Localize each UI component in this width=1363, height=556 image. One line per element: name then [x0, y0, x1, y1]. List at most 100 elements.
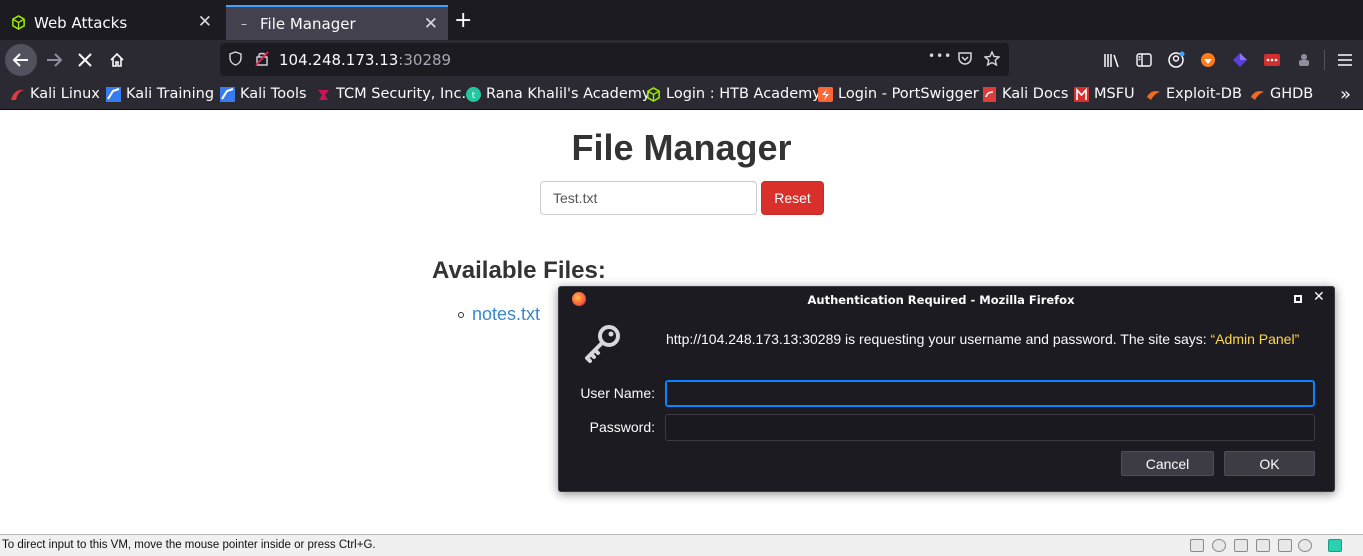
bookmark-htb-academy[interactable]: Login : HTB Academy: [646, 86, 821, 102]
bookmark-kali-tools[interactable]: Kali Tools: [220, 86, 307, 102]
close-icon[interactable]: ✕: [1313, 289, 1325, 305]
insecure-lock-icon[interactable]: [255, 51, 269, 70]
cancel-button[interactable]: Cancel: [1121, 451, 1214, 476]
hard-disk-icon[interactable]: [1190, 539, 1204, 552]
svg-text:t: t: [472, 91, 476, 101]
pocket-icon[interactable]: [957, 51, 973, 70]
portswigger-icon: [818, 86, 833, 102]
back-arrow-icon: [12, 53, 28, 67]
bookmark-label: Kali Training: [126, 86, 215, 102]
vm-status-text: To direct input to this VM, move the mou…: [2, 539, 376, 551]
available-files-heading: Available Files:: [432, 257, 606, 284]
kali-dragon-icon: [10, 87, 25, 102]
page-actions-icon[interactable]: •••: [928, 49, 952, 63]
extension-puzzle-icon[interactable]: [1294, 50, 1314, 70]
url-text[interactable]: 104.248.173.13:30289: [279, 51, 451, 69]
back-button[interactable]: [5, 44, 37, 76]
tab-web-attacks[interactable]: Web Attacks ✕: [0, 5, 222, 40]
page-title: File Manager: [571, 127, 792, 168]
stop-icon: [78, 53, 92, 67]
file-link-notes[interactable]: notes.txt: [472, 304, 540, 325]
rana-khalil-icon: t: [466, 86, 481, 102]
tcm-security-icon: [316, 87, 331, 102]
bookmarks-overflow-chevron-icon[interactable]: »: [1340, 84, 1351, 105]
bookmarks-toolbar: Kali Linux Kali Training Kali Tools TCM …: [0, 80, 1363, 110]
bookmark-portswigger[interactable]: Login - PortSwigger: [818, 86, 979, 102]
vm-message-icon[interactable]: [1328, 539, 1342, 552]
stop-loading-button[interactable]: [71, 46, 99, 74]
page-dash-icon: –: [241, 16, 247, 31]
close-tab-icon[interactable]: ✕: [424, 14, 438, 34]
tab-strip: Web Attacks ✕ – File Manager ✕ +: [0, 0, 1363, 40]
bookmark-label: Kali Docs: [1002, 86, 1069, 102]
maximize-icon[interactable]: [1294, 295, 1302, 303]
extension-fox-icon[interactable]: [1198, 50, 1218, 70]
bookmark-label: Exploit-DB: [1166, 86, 1242, 102]
exploit-db-icon: [1146, 87, 1161, 102]
bookmark-star-icon[interactable]: [983, 50, 1001, 70]
reset-button[interactable]: Reset: [761, 181, 824, 215]
username-input[interactable]: [665, 380, 1315, 407]
bookmark-kali-linux[interactable]: Kali Linux: [10, 86, 100, 102]
list-item: notes.txt: [458, 304, 540, 325]
bookmark-label: GHDB: [1270, 86, 1314, 102]
password-label: Password:: [589, 419, 655, 435]
forward-button[interactable]: [40, 46, 68, 74]
home-icon: [110, 52, 124, 67]
metasploit-icon: [1074, 86, 1089, 102]
bookmark-ghdb[interactable]: GHDB: [1250, 86, 1313, 102]
bookmark-label: Kali Linux: [30, 86, 100, 102]
bookmark-label: TCM Security, Inc.: [336, 86, 467, 102]
extension-cube-icon[interactable]: [1230, 50, 1250, 70]
close-tab-icon[interactable]: ✕: [198, 12, 212, 32]
dialog-realm-text: “Admin Panel”: [1210, 331, 1300, 347]
account-icon[interactable]: [1166, 50, 1186, 70]
vm-status-bar: To direct input to this VM, move the mou…: [0, 534, 1363, 556]
kali-tools-icon: [220, 86, 235, 102]
bookmark-label: Login - PortSwigger: [838, 86, 979, 102]
url-host: 104.248.173.13: [279, 51, 399, 69]
username-label: User Name:: [580, 385, 655, 401]
navigation-toolbar: 104.248.173.13:30289 •••: [0, 40, 1363, 80]
dialog-title: Authentication Required - Mozilla Firefo…: [807, 293, 1075, 307]
bookmark-label: Kali Tools: [240, 86, 307, 102]
extension-dots-icon[interactable]: [1262, 50, 1282, 70]
password-input[interactable]: [665, 414, 1315, 441]
ok-button[interactable]: OK: [1224, 451, 1315, 476]
cd-drive-icon[interactable]: [1212, 539, 1226, 552]
url-port: :30289: [398, 51, 452, 69]
forward-arrow-icon: [47, 53, 63, 67]
tracking-shield-icon[interactable]: [229, 51, 242, 70]
ghdb-icon: [1250, 87, 1265, 102]
library-icon[interactable]: [1102, 50, 1122, 70]
list-bullet-icon: [458, 311, 464, 318]
dialog-message-text: http://104.248.173.13:30289 is requestin…: [666, 331, 1211, 347]
sidebar-icon[interactable]: [1134, 50, 1154, 70]
filename-input[interactable]: [540, 181, 757, 215]
printer-icon[interactable]: [1256, 539, 1270, 552]
bookmark-rana-khalil[interactable]: t Rana Khalil's Academy: [466, 86, 651, 102]
menu-hamburger-icon[interactable]: [1335, 50, 1355, 70]
kali-training-icon: [106, 86, 121, 102]
bookmark-exploit-db[interactable]: Exploit-DB: [1146, 86, 1242, 102]
bookmark-msfu[interactable]: MSFU: [1074, 86, 1135, 102]
tab-file-manager[interactable]: – File Manager ✕: [226, 5, 448, 40]
bookmark-kali-training[interactable]: Kali Training: [106, 86, 214, 102]
key-icon: [581, 323, 623, 369]
network-icon[interactable]: [1234, 539, 1248, 552]
tab-label: File Manager: [260, 14, 356, 33]
usb-icon[interactable]: [1298, 539, 1312, 552]
address-bar[interactable]: 104.248.173.13:30289 •••: [220, 43, 1009, 76]
bookmark-label: Login : HTB Academy: [666, 86, 821, 102]
bookmark-kali-docs[interactable]: Kali Docs: [982, 86, 1068, 102]
tab-label: Web Attacks: [34, 13, 128, 32]
kali-docs-icon: [982, 86, 997, 102]
sound-icon[interactable]: [1278, 539, 1292, 552]
home-button[interactable]: [103, 46, 131, 74]
toolbar-divider: [1324, 50, 1325, 70]
bookmark-label: Rana Khalil's Academy: [486, 86, 651, 102]
new-tab-button[interactable]: +: [454, 8, 472, 33]
hack-the-box-icon: [10, 15, 26, 31]
dialog-message: http://104.248.173.13:30289 is requestin…: [666, 330, 1306, 349]
bookmark-tcm-security[interactable]: TCM Security, Inc.: [316, 86, 466, 102]
